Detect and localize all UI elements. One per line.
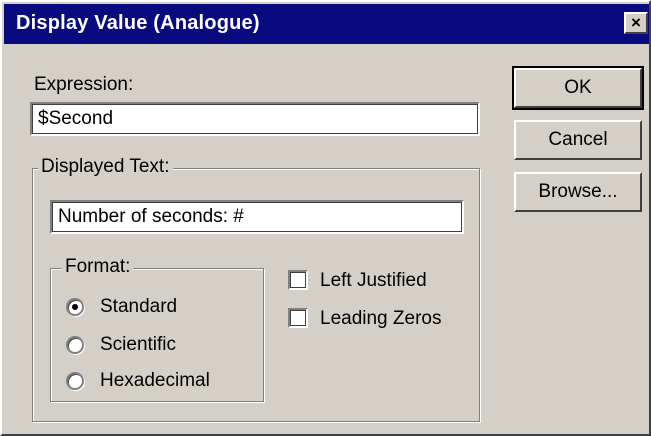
radio-button-scientific[interactable]	[66, 336, 84, 354]
expression-input[interactable]: $Second	[30, 102, 480, 136]
displayed-text-group-label: Displayed Text:	[38, 156, 173, 178]
window-title: Display Value (Analogue)	[16, 12, 260, 34]
radio-label-standard: Standard	[100, 296, 178, 317]
checkbox-label-left-justified: Left Justified	[320, 270, 427, 291]
checkbox-box-leading-zeros[interactable]	[288, 308, 308, 328]
expression-label: Expression:	[34, 74, 134, 95]
radio-label-scientific: Scientific	[100, 334, 177, 355]
browse-button[interactable]: Browse...	[514, 172, 642, 212]
ok-button[interactable]: OK	[512, 66, 644, 110]
dialog-window: Display Value (Analogue) × Expression: $…	[0, 0, 651, 436]
radio-selected-dot	[72, 304, 78, 310]
radio-button-standard[interactable]	[66, 298, 84, 316]
checkbox-label-leading-zeros: Leading Zeros	[320, 308, 442, 329]
radio-label-hexadecimal: Hexadecimal	[100, 370, 210, 391]
checkbox-box-left-justified[interactable]	[288, 270, 308, 290]
close-icon: ×	[631, 13, 641, 32]
format-group-label: Format:	[62, 256, 134, 278]
close-button[interactable]: ×	[624, 12, 648, 34]
cancel-button[interactable]: Cancel	[514, 120, 642, 160]
displayed-text-input[interactable]: Number of seconds: #	[50, 200, 464, 234]
radio-button-hexadecimal[interactable]	[66, 372, 84, 390]
title-bar[interactable]: Display Value (Analogue) ×	[4, 4, 649, 44]
